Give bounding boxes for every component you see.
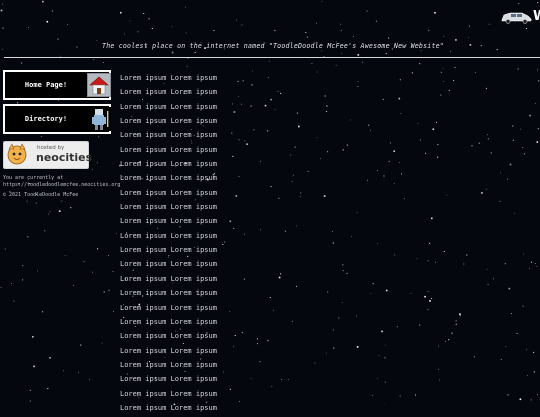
directory-button-frame: Directory! (5, 106, 109, 132)
content-line: Lorem ipsum Lorem ipsum (120, 288, 240, 302)
content-line: Lorem ipsum Lorem ipsum (120, 202, 240, 216)
directory-figure-icon (87, 107, 111, 131)
home-page-button[interactable]: Home Page! (3, 70, 111, 100)
site-tagline: The coolest place on the internet named … (0, 42, 540, 50)
content-line: Lorem ipsum Lorem ipsum (120, 73, 240, 87)
top-banner[interactable]: W (500, 8, 540, 28)
content-line: Lorem ipsum Lorem ipsum (120, 87, 240, 101)
content-line: Lorem ipsum Lorem ipsum (120, 216, 240, 230)
content-line: Lorem ipsum Lorem ipsum (120, 360, 240, 374)
content-line: Lorem ipsum Lorem ipsum (120, 231, 240, 245)
content-line: Lorem ipsum Lorem ipsum (120, 259, 240, 273)
directory-button[interactable]: Directory! (3, 104, 111, 134)
starfield-background (0, 0, 540, 405)
content-list: Lorem ipsum Lorem ipsumLorem ipsum Lorem… (120, 73, 240, 417)
content-line: Lorem ipsum Lorem ipsum (120, 188, 240, 202)
content-line: Lorem ipsum Lorem ipsum (120, 346, 240, 360)
content-line: Lorem ipsum Lorem ipsum (120, 274, 240, 288)
content-line: Lorem ipsum Lorem ipsum (120, 245, 240, 259)
horizontal-divider (4, 57, 540, 58)
home-page-button-frame: Home Page! (5, 72, 109, 98)
copyright-text: © 2021 ToodleDoodle McFee (3, 192, 133, 198)
url-note-line-2: https://toodledoodlemcfee.neocities.org (3, 182, 133, 189)
current-url-note: You are currently at https://toodledoodl… (3, 175, 133, 188)
content-line: Lorem ipsum Lorem ipsum (120, 102, 240, 116)
home-page-button-label: Home Page! (5, 81, 87, 89)
content-line: Lorem ipsum Lorem ipsum (120, 331, 240, 345)
badge-line-2: neocities (36, 151, 92, 164)
content-line: Lorem ipsum Lorem ipsum (120, 403, 240, 417)
content-line: Lorem ipsum Lorem ipsum (120, 389, 240, 403)
content-line: Lorem ipsum Lorem ipsum (120, 303, 240, 317)
hosted-by-neocities-badge[interactable]: hosted by neocities (3, 141, 89, 169)
car-icon (500, 10, 532, 24)
content-line: Lorem ipsum Lorem ipsum (120, 173, 240, 187)
content-line: Lorem ipsum Lorem ipsum (120, 374, 240, 388)
content-line: Lorem ipsum Lorem ipsum (120, 317, 240, 331)
content-line: Lorem ipsum Lorem ipsum (120, 116, 240, 130)
directory-button-label: Directory! (5, 115, 87, 123)
content-line: Lorem ipsum Lorem ipsum (120, 159, 240, 173)
banner-letter: W (533, 9, 540, 24)
house-icon (87, 73, 111, 97)
content-line: Lorem ipsum Lorem ipsum (120, 130, 240, 144)
content-line: Lorem ipsum Lorem ipsum (120, 145, 240, 159)
